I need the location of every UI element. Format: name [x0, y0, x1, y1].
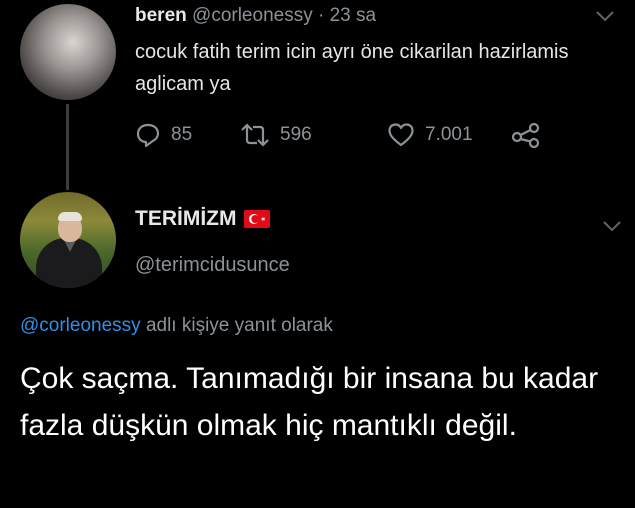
retweet-icon [241, 123, 269, 147]
avatar-beren[interactable] [20, 4, 116, 100]
heart-icon [388, 123, 414, 147]
tweet-text: Çok saçma. Tanımadığı bir insana bu kada… [20, 362, 599, 442]
share-button[interactable] [511, 120, 541, 150]
author-name[interactable]: TERİMİZM [135, 205, 236, 233]
like-count: 7.001 [425, 124, 473, 145]
reply-context: @corleonessy adlı kişiye yanıt olarak [20, 313, 333, 339]
thread-connector [66, 104, 69, 190]
retweet-count: 596 [280, 124, 312, 145]
separator-dot: · [317, 5, 325, 26]
reply-count: 85 [171, 124, 193, 145]
turkey-flag-icon [244, 210, 271, 228]
reply-context-label: adlı kişiye yanıt olarak [140, 315, 333, 336]
reply-button[interactable]: 85 [135, 120, 192, 150]
retweet-button[interactable]: 596 [240, 120, 312, 150]
like-button[interactable]: 7.001 [387, 120, 473, 150]
author-handle[interactable]: @corleonessy [192, 5, 313, 26]
tweet-time[interactable]: 23 sa [330, 5, 376, 26]
tweet-actions: 85 596 7.001 [135, 120, 565, 150]
author-handle[interactable]: @terimcidusunce [135, 252, 290, 278]
author-name[interactable]: beren [135, 5, 187, 26]
avatar-terimizm[interactable] [20, 192, 116, 288]
tweet1-header: beren @corleonessy · 23 sa [135, 4, 376, 28]
author-name-row: TERİMİZM [135, 205, 271, 233]
chevron-down-icon[interactable] [594, 8, 616, 24]
tweet-text: cocuk fatih terim icin ayrı öne cikarila… [135, 41, 569, 95]
reply-to-handle-link[interactable]: @corleonessy [20, 315, 141, 336]
tweet-thread: beren @corleonessy · 23 sa cocuk fatih t… [0, 0, 635, 508]
reply-icon [136, 123, 160, 148]
share-icon [511, 122, 540, 148]
chevron-down-icon[interactable] [601, 218, 623, 234]
